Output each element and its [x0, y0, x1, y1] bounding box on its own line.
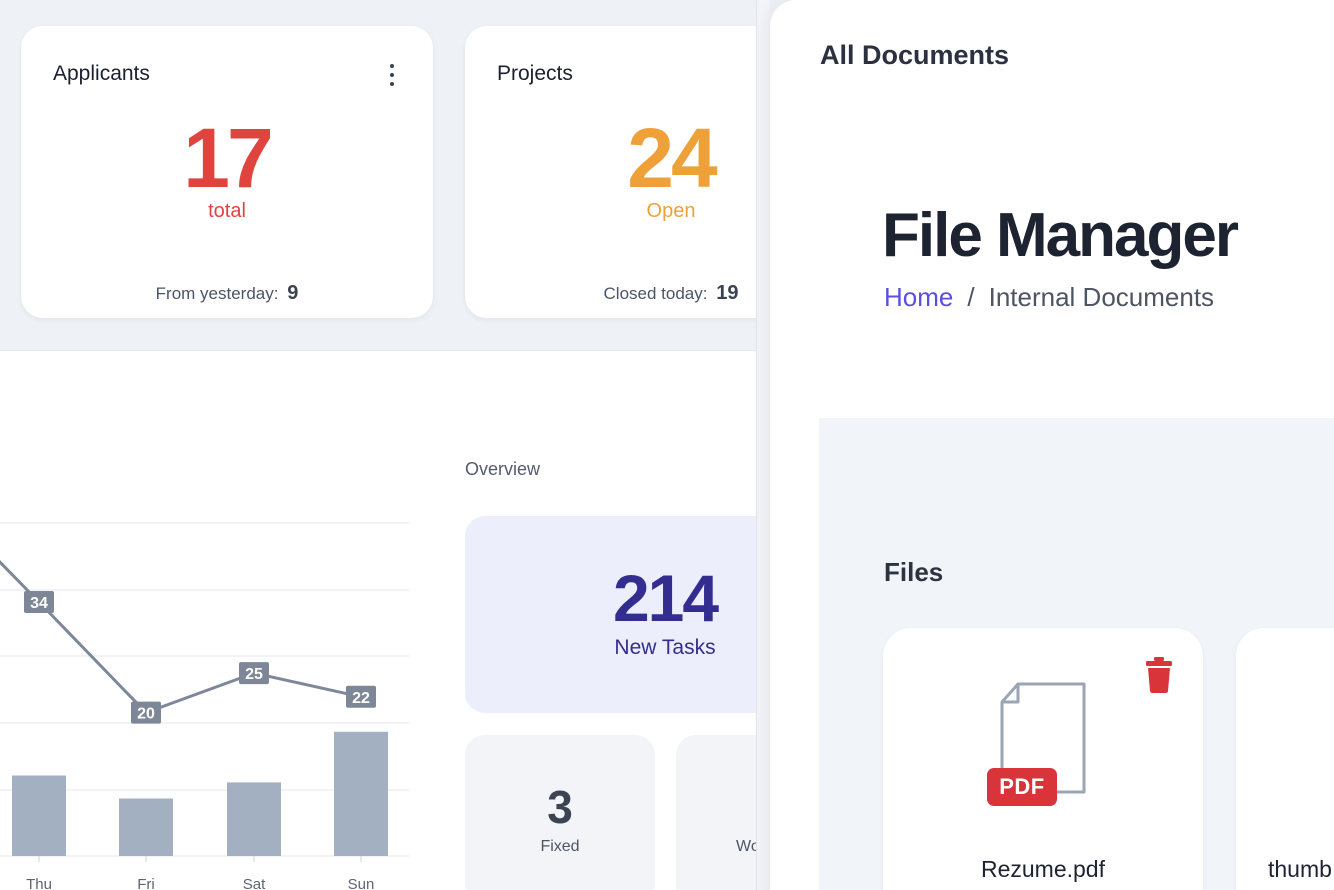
bar [12, 775, 66, 856]
applicants-footer-value: 9 [287, 282, 299, 304]
projects-footer-label: Closed today: [603, 284, 708, 303]
x-tick-label: Thu [26, 876, 52, 890]
x-tick-label: Sun [348, 876, 375, 890]
fixed-label: Fixed [540, 838, 580, 855]
overview-title: Overview [465, 459, 541, 479]
applicants-footer-label: From yesterday: [155, 284, 279, 303]
panel-edge [756, 0, 770, 890]
applicants-card: Applicants 17 total From yesterday: 9 [21, 26, 433, 318]
applicants-footer: From yesterday: 9 [21, 282, 433, 305]
breadcrumb-home-link[interactable]: Home [884, 282, 953, 313]
applicants-value: 17 [183, 111, 273, 205]
projects-title: Projects [497, 62, 573, 85]
x-tick-label: Fri [137, 876, 155, 890]
applicants-title: Applicants [53, 62, 150, 85]
applicants-sub: total [208, 200, 246, 222]
bar [227, 782, 281, 856]
page-title: File Manager [882, 201, 1239, 270]
file-name[interactable]: Rezume.pdf [883, 856, 1203, 883]
weekly-chart: Thu Fri Sat Sun 34 20 25 22 [0, 522, 409, 890]
line-series [0, 560, 362, 715]
file-card[interactable] [1236, 628, 1334, 890]
point-label: 34 [30, 595, 48, 612]
bar [334, 731, 388, 856]
projects-footer-value: 19 [716, 282, 739, 304]
trash-icon[interactable] [1145, 656, 1173, 694]
point-label: 25 [245, 666, 263, 683]
pdf-badge: PDF [987, 768, 1057, 806]
fixed-value: 3 [547, 781, 573, 833]
file-name[interactable]: thumb [1268, 856, 1332, 883]
breadcrumb: Home / Internal Documents [884, 282, 1214, 313]
breadcrumb-current: Internal Documents [988, 282, 1215, 312]
x-tick-label: Sat [243, 876, 266, 890]
more-options-icon[interactable] [389, 64, 395, 86]
point-label: 20 [137, 706, 155, 723]
breadcrumb-separator: / [967, 282, 975, 312]
point-label: 22 [352, 690, 370, 707]
panel-title: All Documents [820, 40, 1010, 70]
files-heading: Files [884, 557, 944, 587]
bar [119, 798, 173, 856]
